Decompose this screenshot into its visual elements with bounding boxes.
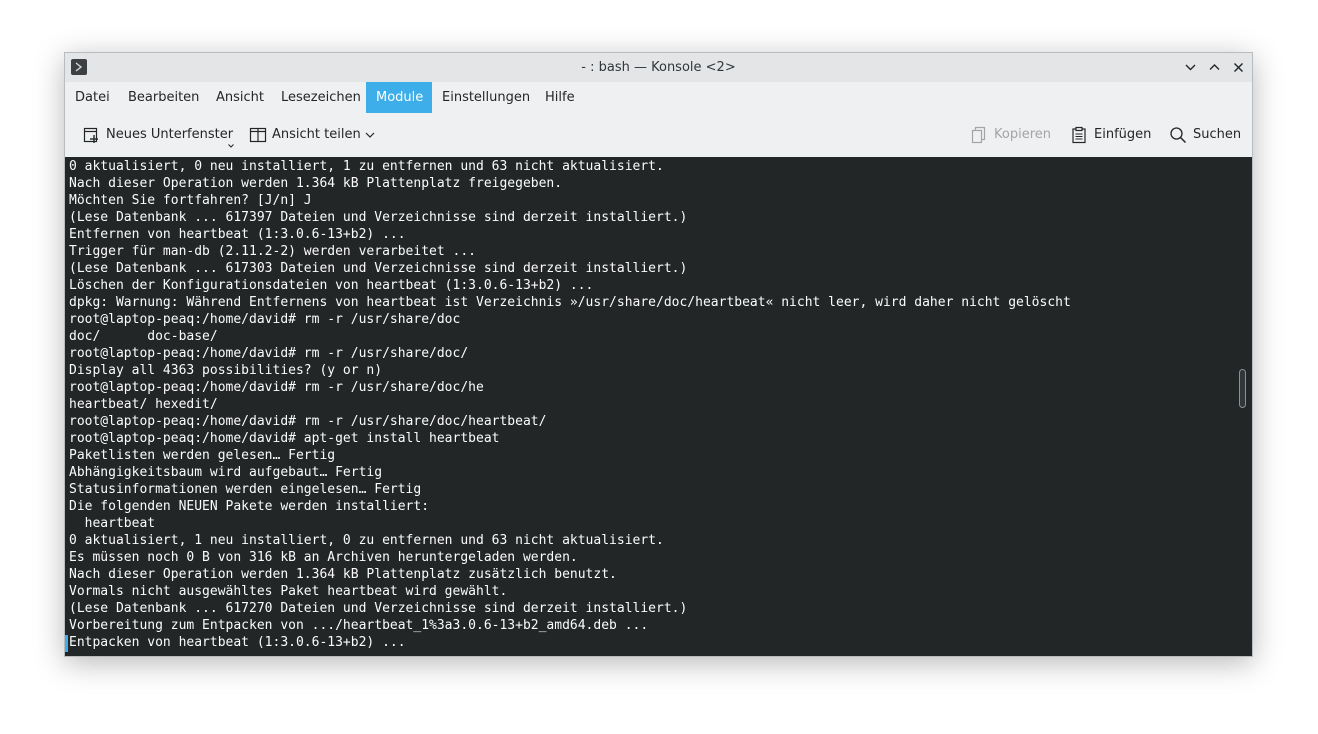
- paste-icon: [1072, 126, 1086, 144]
- close-button[interactable]: [1230, 59, 1247, 76]
- find-button[interactable]: Suchen: [1169, 122, 1241, 148]
- split-view-button[interactable]: Ansicht teilen: [249, 122, 379, 148]
- konsole-window: - : bash — Konsole <2> Datei Bearbeiten …: [64, 52, 1253, 657]
- menu-bearbeiten[interactable]: Bearbeiten: [118, 82, 209, 113]
- terminal-line: Vorbereitung zum Entpacken von .../heart…: [69, 618, 649, 633]
- window-title: - : bash — Konsole <2>: [581, 60, 736, 75]
- menu-datei[interactable]: Datei: [65, 82, 120, 113]
- terminal-line: (Lese Datenbank ... 617303 Dateien und V…: [69, 261, 688, 276]
- terminal-line: Paketlisten werden gelesen… Fertig: [69, 448, 336, 463]
- current-line-marker: [65, 635, 68, 652]
- chevron-down-icon: [1185, 64, 1196, 71]
- terminal-line: 0 aktualisiert, 1 neu installiert, 0 zu …: [69, 533, 664, 548]
- split-view-icon: [249, 127, 267, 143]
- dropdown-arrow-icon: [228, 144, 234, 148]
- terminal-line: root@laptop-peaq:/home/david# apt-get in…: [69, 431, 500, 446]
- terminal-line: root@laptop-peaq:/home/david# rm -r /usr…: [69, 346, 469, 361]
- new-tab-label: Neues Unterfenster: [106, 127, 234, 142]
- search-icon: [1170, 127, 1187, 144]
- copy-icon: [971, 126, 986, 144]
- paste-label: Einfügen: [1094, 127, 1152, 142]
- menu-module[interactable]: Module: [366, 82, 432, 113]
- new-tab-icon: [83, 127, 98, 143]
- terminal-line: Trigger für man-db (2.11.2-2) werden ver…: [69, 244, 476, 259]
- split-view-label: Ansicht teilen: [272, 127, 361, 142]
- terminal-line: Display all 4363 possibilities? (y or n): [69, 363, 383, 378]
- terminal-line: doc/ doc-base/: [69, 329, 218, 344]
- maximize-button[interactable]: [1206, 59, 1223, 76]
- menu-einstellungen[interactable]: Einstellungen: [432, 82, 540, 113]
- terminal-line: Entfernen von heartbeat (1:3.0.6-13+b2) …: [69, 227, 406, 242]
- chevron-down-icon: [365, 132, 375, 138]
- terminal-line: root@laptop-peaq:/home/david# rm -r /usr…: [69, 380, 484, 395]
- minimize-button[interactable]: [1182, 59, 1199, 76]
- menu-lesezeichen[interactable]: Lesezeichen: [271, 82, 371, 113]
- terminal-line: Die folgenden NEUEN Pakete werden instal…: [69, 499, 430, 514]
- title-bar[interactable]: - : bash — Konsole <2>: [65, 53, 1252, 82]
- terminal-line: root@laptop-peaq:/home/david# rm -r /usr…: [69, 414, 547, 429]
- terminal-line: Es müssen noch 0 B von 316 kB an Archive…: [69, 550, 578, 565]
- terminal-line: Statusinformationen werden eingelesen… F…: [69, 482, 422, 497]
- find-label: Suchen: [1193, 127, 1242, 142]
- paste-button[interactable]: Einfügen: [1070, 122, 1155, 148]
- terminal-line: Vormals nicht ausgewähltes Paket heartbe…: [69, 584, 508, 599]
- new-tab-button[interactable]: Neues Unterfenster: [82, 122, 234, 148]
- toolbar: Neues Unterfenster Ansicht teilen Kopier…: [65, 114, 1252, 156]
- copy-label: Kopieren: [994, 127, 1051, 142]
- close-icon: [1234, 63, 1243, 72]
- terminal-line: Löschen der Konfigurationsdateien von he…: [69, 278, 594, 293]
- menu-bar: Datei Bearbeiten Ansicht Lesezeichen Mod…: [65, 82, 1252, 114]
- terminal-line: dpkg: Warnung: Während Entfernens von he…: [69, 295, 1071, 310]
- copy-button[interactable]: Kopieren: [969, 122, 1051, 148]
- chevron-up-icon: [1209, 64, 1220, 70]
- terminal-line: heartbeat: [69, 516, 156, 531]
- terminal-view[interactable]: 0 aktualisiert, 0 neu installiert, 1 zu …: [65, 157, 1252, 656]
- menu-ansicht[interactable]: Ansicht: [206, 82, 274, 113]
- terminal-line: Nach dieser Operation werden 1.364 kB Pl…: [69, 567, 617, 582]
- terminal-line: root@laptop-peaq:/home/david# rm -r /usr…: [69, 312, 461, 327]
- terminal-line: (Lese Datenbank ... 617270 Dateien und V…: [69, 601, 688, 616]
- terminal-output: 0 aktualisiert, 0 neu installiert, 1 zu …: [69, 158, 1071, 651]
- scrollbar-handle[interactable]: [1239, 369, 1246, 408]
- menu-hilfe[interactable]: Hilfe: [535, 82, 585, 113]
- terminal-line: (Lese Datenbank ... 617397 Dateien und V…: [69, 210, 688, 225]
- terminal-line: Entpacken von heartbeat (1:3.0.6-13+b2) …: [69, 635, 406, 650]
- terminal-line: Nach dieser Operation werden 1.364 kB Pl…: [69, 176, 563, 191]
- terminal-line: heartbeat/ hexedit/: [69, 397, 218, 412]
- terminal-line: Abhängigkeitsbaum wird aufgebaut… Fertig: [69, 465, 383, 480]
- terminal-line: Möchten Sie fortfahren? [J/n] J: [69, 193, 312, 208]
- terminal-line: 0 aktualisiert, 0 neu installiert, 1 zu …: [69, 159, 664, 174]
